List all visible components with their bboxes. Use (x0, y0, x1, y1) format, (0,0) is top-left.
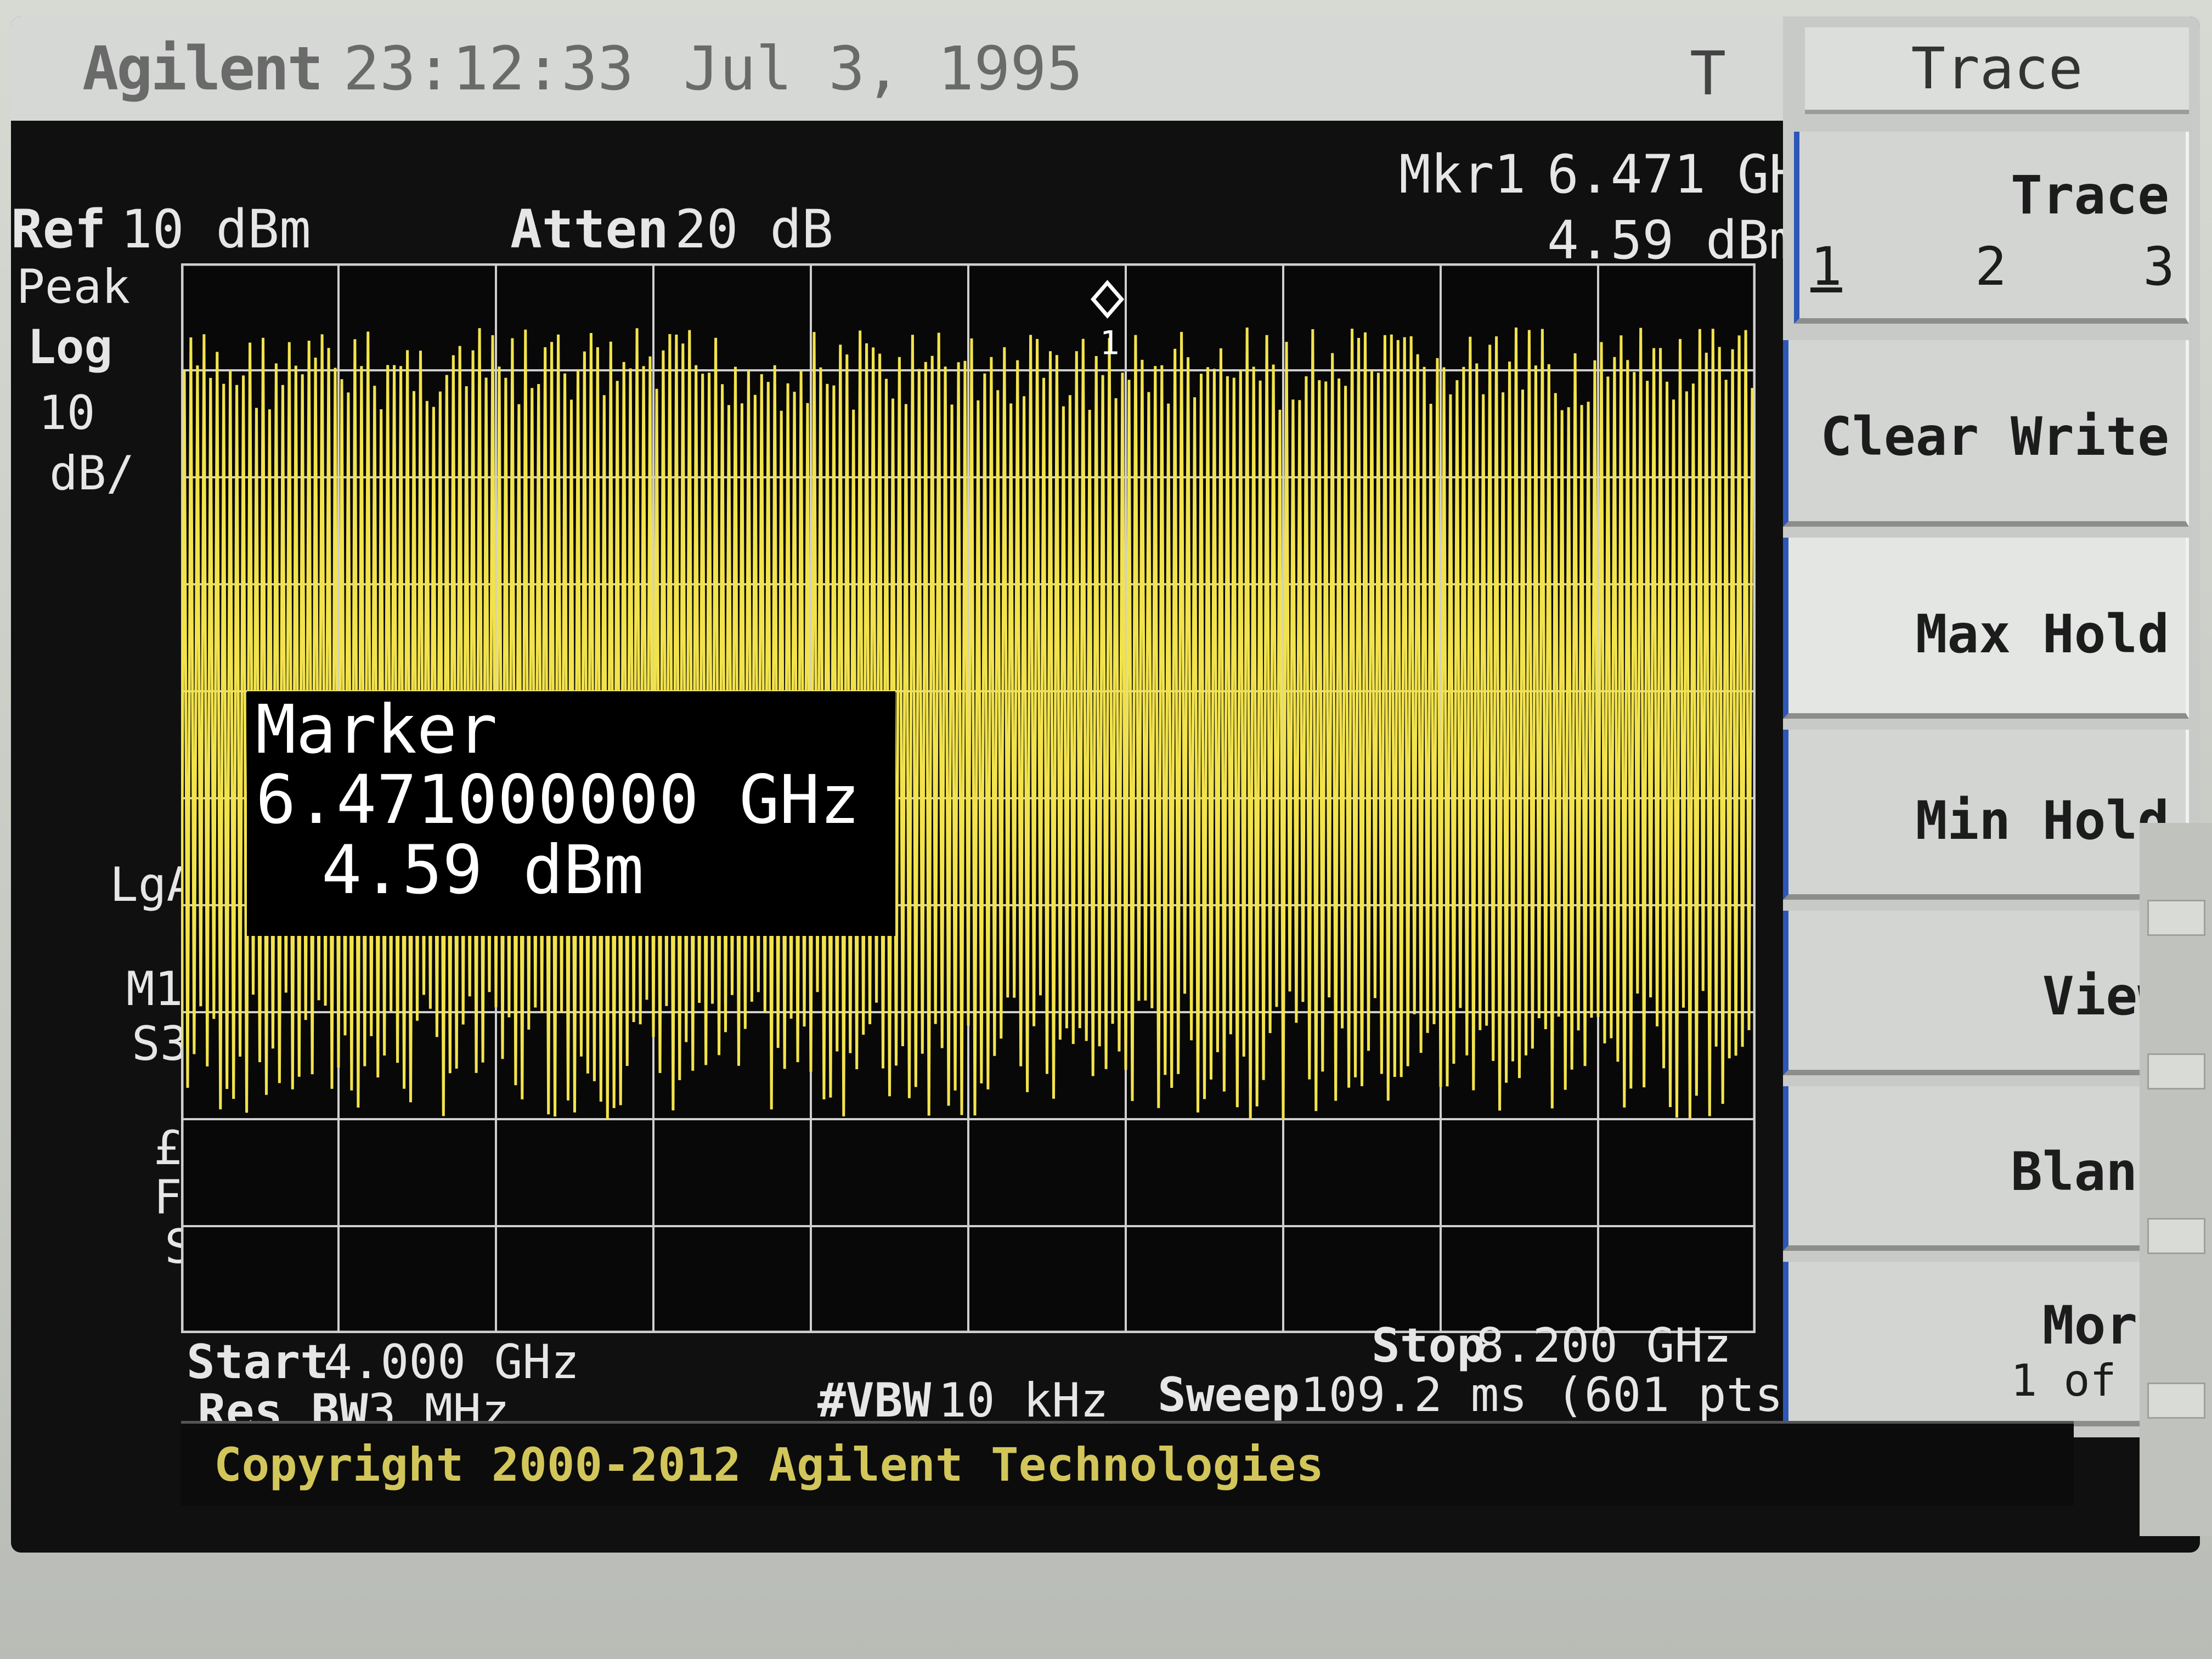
marker-amplitude: 4.59 dBm (1547, 210, 1801, 271)
blank-button[interactable]: Blank (1783, 1086, 2189, 1251)
marker-label: Mkr1 (1399, 144, 1526, 205)
view-button[interactable]: View (1783, 911, 2189, 1075)
clock-date: Jul 3, 1995 (683, 33, 1083, 104)
scale-type: Log (27, 320, 113, 375)
max-hold-button[interactable]: Max Hold (1783, 538, 2189, 719)
scale-unit: dB/ (49, 446, 135, 501)
sweep-value: 109.2 ms (601 pts) (1300, 1368, 1812, 1423)
clear-write-button[interactable]: Clear Write (1783, 340, 2189, 527)
marker-readout-amplitude: 4.59 dBm (321, 831, 644, 910)
start-label: Start (187, 1335, 329, 1390)
analyzer-screen: Agilent 23:12:33 Jul 3, 1995 T Mkr1 6.47… (11, 16, 2200, 1553)
min-hold-button[interactable]: Min Hold (1783, 730, 2189, 900)
clock-time: 23:12:33 (343, 33, 634, 104)
max-hold-label: Max Hold (1915, 603, 2169, 665)
trigger-flag: T (1690, 38, 1726, 109)
ref-value: 10 dBm (121, 199, 311, 260)
hardware-button[interactable] (2147, 1218, 2205, 1254)
annunciator-m1: M1 (126, 962, 183, 1017)
trace-select-label: Trace (2011, 165, 2169, 226)
annunciator-s3: S3 (132, 1017, 189, 1071)
ref-label: Ref (11, 199, 106, 260)
stop-label: Stop (1372, 1318, 1486, 1373)
marker-readout-frequency: 6.471000000 GHz (256, 761, 860, 839)
vbw-value: 10 kHz (938, 1373, 1109, 1428)
hardware-button[interactable] (2147, 1053, 2205, 1090)
menu-title: Trace (1805, 27, 2189, 114)
hardware-button[interactable] (2147, 1383, 2205, 1419)
vbw-label: #VBW (817, 1373, 932, 1428)
start-value: 4.000 GHz (324, 1335, 579, 1390)
atten-value: 20 dB (675, 199, 833, 260)
softkey-panel: Trace Trace 1 2 3 Clear Write Max Hold M… (1783, 16, 2200, 1437)
more-button[interactable]: More 1 of 2 (1783, 1262, 2189, 1426)
trace-option-1: 1 (1810, 236, 1842, 297)
scale-value: 10 (38, 386, 95, 441)
trace-option-3: 3 (2143, 236, 2175, 297)
marker-readout-title: Marker (256, 691, 498, 769)
brand-logo: Agilent (82, 33, 324, 104)
min-hold-label: Min Hold (1915, 790, 2169, 851)
trace-option-2: 2 (1975, 236, 2007, 297)
title-bar: Agilent 23:12:33 Jul 3, 1995 T (11, 16, 1783, 121)
hardware-button-column (2140, 823, 2212, 1536)
clear-write-label: Clear Write (1820, 406, 2169, 467)
copyright-bar: Copyright 2000-2012 Agilent Technologies (181, 1421, 2074, 1506)
trace-select-softkey[interactable]: Trace 1 2 3 (1794, 132, 2189, 324)
atten-label: Atten (510, 199, 669, 260)
sweep-label: Sweep (1158, 1368, 1300, 1423)
marker-number-label: 1 (1100, 324, 1120, 362)
hardware-button[interactable] (2147, 900, 2205, 936)
marker-readout-box: Marker 6.471000000 GHz 4.59 dBm (247, 691, 895, 936)
stop-value: 8.200 GHz (1476, 1318, 1731, 1373)
detector-mode: Peak (16, 259, 131, 314)
marker-diamond-icon (1090, 280, 1125, 319)
